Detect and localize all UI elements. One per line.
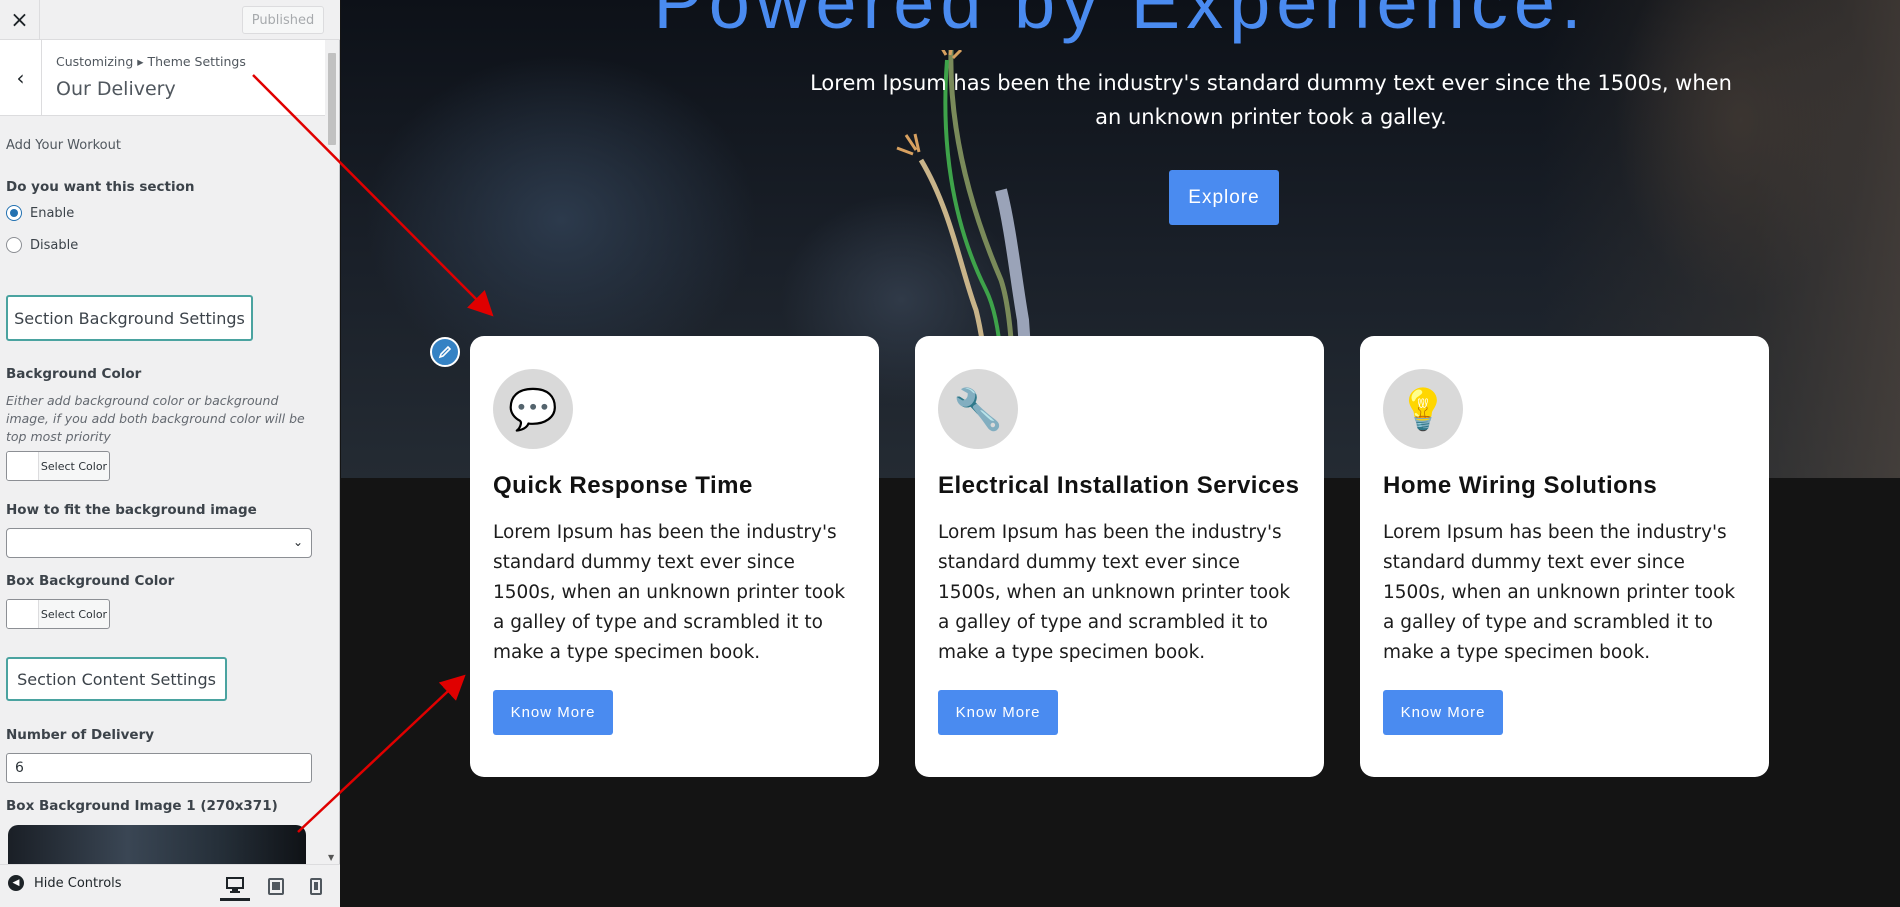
hero-text: Lorem Ipsum has been the industry's stan… <box>810 71 1732 129</box>
background-color-label: Background Color <box>6 366 142 382</box>
enable-question-label: Do you want this section <box>6 179 195 195</box>
radio-enable[interactable]: Enable <box>6 205 74 221</box>
delivery-card: 🔧 Electrical Installation Services Lorem… <box>915 336 1324 777</box>
radio-enable-label: Enable <box>30 205 75 221</box>
card-text: Lorem Ipsum has been the industry's stan… <box>938 522 1291 663</box>
desktop-icon <box>226 876 244 893</box>
section-content-settings-button[interactable]: Section Content Settings <box>6 657 227 701</box>
hide-controls-button[interactable]: ◀ Hide Controls <box>8 875 122 891</box>
controls-body: Add Your Workout Do you want this sectio… <box>6 116 318 864</box>
radio-disable[interactable]: Disable <box>6 237 78 253</box>
desktop-preview-button[interactable] <box>220 871 250 901</box>
hide-controls-label: Hide Controls <box>34 875 122 891</box>
know-more-button[interactable]: Know More <box>493 690 613 735</box>
box-background-image-label: Box Background Image 1 (270x371) <box>6 798 278 814</box>
customizer-panel: × Published ‹ Customizing ▸ Theme Settin… <box>0 0 340 907</box>
hero-title: Powered by Experience. <box>653 0 1588 44</box>
explore-button[interactable]: Explore <box>1169 170 1279 225</box>
card-title: Electrical Installation Services <box>938 472 1300 499</box>
scrollbar-thumb[interactable] <box>328 53 336 145</box>
delivery-card: 💡 Home Wiring Solutions Lorem Ipsum has … <box>1360 336 1769 777</box>
know-more-button[interactable]: Know More <box>938 690 1058 735</box>
fit-background-label: How to fit the background image <box>6 502 257 518</box>
tablet-icon <box>268 877 284 895</box>
color-swatch <box>7 600 39 628</box>
fit-background-select[interactable]: ⌄ <box>6 528 312 558</box>
card-text: Lorem Ipsum has been the industry's stan… <box>1383 522 1736 663</box>
breadcrumb: Customizing ▸ Theme Settings <box>56 54 246 69</box>
panel-footer: ◀ Hide Controls <box>0 864 340 907</box>
pencil-icon <box>438 345 452 359</box>
panel-scrollbar[interactable]: ▼ <box>325 40 339 864</box>
back-button[interactable]: ‹ <box>0 40 42 116</box>
number-of-delivery-label: Number of Delivery <box>6 727 155 743</box>
tablet-preview-button[interactable] <box>261 871 291 901</box>
chevron-down-icon: ⌄ <box>292 535 303 549</box>
section-title-bar: ‹ Customizing ▸ Theme Settings Our Deliv… <box>0 40 326 116</box>
collapse-arrow-icon: ◀ <box>8 875 24 891</box>
radio-disable-input[interactable] <box>6 237 22 253</box>
radio-disable-label: Disable <box>30 237 79 253</box>
background-color-picker[interactable]: Select Color <box>6 451 110 481</box>
lightbulb-icon: 💡 <box>1383 369 1463 449</box>
mobile-icon <box>310 877 322 895</box>
select-color-label: Select Color <box>40 459 108 473</box>
card-title: Home Wiring Solutions <box>1383 472 1658 499</box>
radio-enable-input[interactable] <box>6 205 22 221</box>
color-swatch <box>7 452 39 480</box>
box-background-color-picker[interactable]: Select Color <box>6 599 110 629</box>
know-more-button[interactable]: Know More <box>1383 690 1503 735</box>
mobile-preview-button[interactable] <box>301 871 331 901</box>
section-heading: Our Delivery <box>56 78 176 100</box>
delivery-card: 💬 Quick Response Time Lorem Ipsum has be… <box>470 336 879 777</box>
chevron-left-icon: ‹ <box>16 66 25 90</box>
box-background-color-label: Box Background Color <box>6 573 175 589</box>
wrench-icon: 🔧 <box>938 369 1018 449</box>
published-button[interactable]: Published <box>242 6 324 34</box>
intro-label: Add Your Workout <box>6 138 121 153</box>
box-background-image-thumbnail[interactable] <box>8 825 306 864</box>
number-of-delivery-input[interactable]: 6 <box>6 753 312 783</box>
close-icon: × <box>10 7 29 33</box>
close-customizer-button[interactable]: × <box>0 0 40 40</box>
card-title: Quick Response Time <box>493 472 753 499</box>
speech-bubble-icon: 💬 <box>493 369 573 449</box>
edit-section-button[interactable] <box>430 337 460 367</box>
select-color-label: Select Color <box>40 607 108 621</box>
background-color-description: Either add background color or backgroun… <box>6 393 305 444</box>
panel-header: × Published <box>0 0 340 40</box>
site-preview: Powered by Experience. Lorem Ipsum has b… <box>341 0 1900 907</box>
section-background-settings-button[interactable]: Section Background Settings <box>6 295 253 341</box>
scroll-down-arrow-icon[interactable]: ▼ <box>328 853 334 862</box>
card-text: Lorem Ipsum has been the industry's stan… <box>493 522 846 663</box>
